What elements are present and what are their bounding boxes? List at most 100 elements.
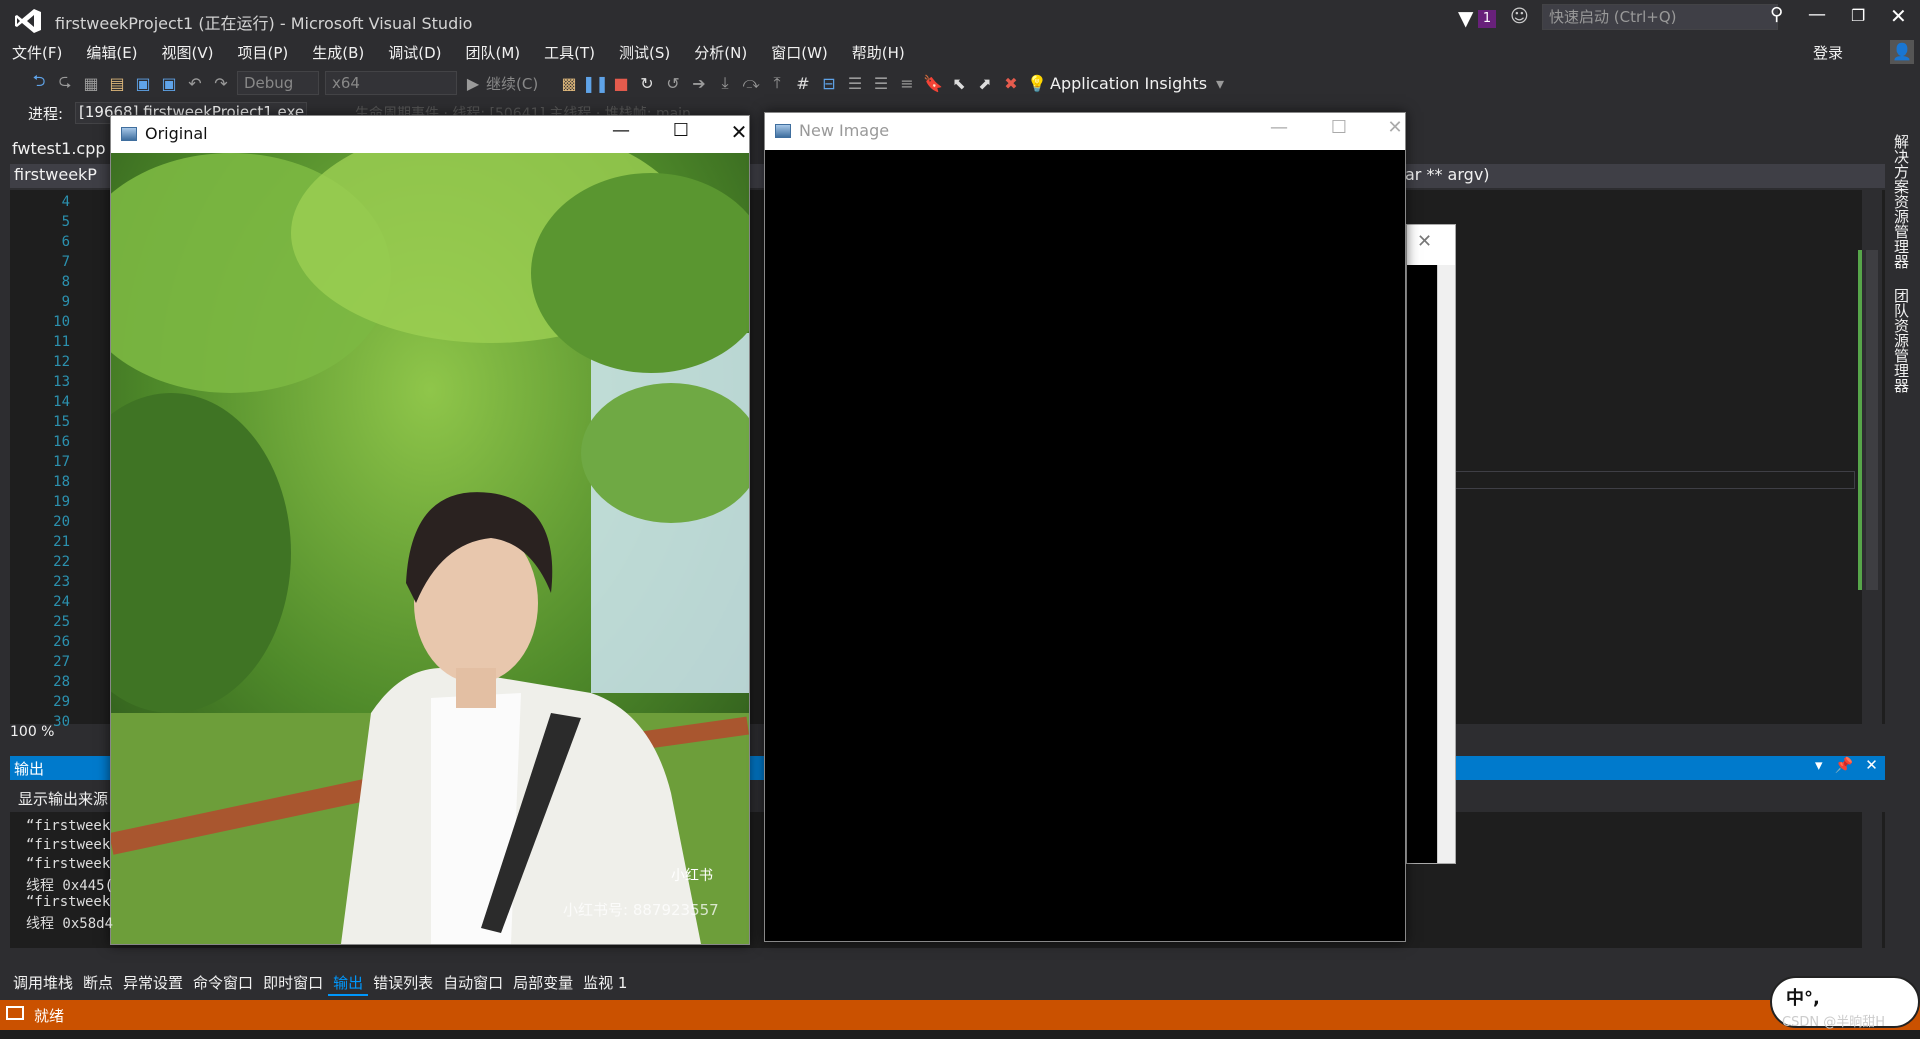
tab-autos[interactable]: 自动窗口 xyxy=(438,970,508,996)
new-project-icon[interactable]: ▦ xyxy=(78,74,104,93)
tab-immediate-window[interactable]: 即时窗口 xyxy=(258,970,328,996)
menu-analyze[interactable]: 分析(N) xyxy=(682,40,759,66)
application-insights-button[interactable]: Application Insights xyxy=(1050,74,1207,93)
zoom-select[interactable]: 100 % xyxy=(10,724,82,744)
play-icon[interactable]: ▶ xyxy=(460,74,486,93)
menu-team[interactable]: 团队(M) xyxy=(454,40,533,66)
output-horizontal-scrollbar[interactable] xyxy=(10,948,1862,966)
line-number: 17 xyxy=(53,454,70,470)
notification-badge[interactable]: 1 xyxy=(1478,10,1496,28)
editor-scroll-thumb[interactable] xyxy=(1866,250,1878,590)
line-number-gutter: 4 5 6 7 8 9 10 11 12 13 14 15 16 17 18 19 20 21 22 23 24 25 26… xyxy=(30,190,76,730)
platform-select[interactable]: x64 xyxy=(325,71,457,95)
dropdown-icon[interactable]: ▾ xyxy=(1815,756,1823,774)
close-icon[interactable]: ✕ xyxy=(1417,231,1432,252)
output-line: “firstweek xyxy=(26,818,111,834)
tab-exception-settings[interactable]: 异常设置 xyxy=(118,970,188,996)
line-number: 12 xyxy=(53,354,70,370)
new-window-titlebar[interactable]: New Image — ☐ ✕ xyxy=(765,113,1405,149)
maximize-button[interactable]: ☐ xyxy=(1319,117,1359,138)
step-out-icon[interactable]: ⤒ xyxy=(764,73,790,93)
close-button[interactable]: ✕ xyxy=(1890,4,1907,28)
pause-icon[interactable]: ❚❚ xyxy=(582,74,609,93)
tab-locals[interactable]: 局部变量 xyxy=(508,970,578,996)
account-icon[interactable]: 👤 xyxy=(1890,40,1914,64)
menu-view[interactable]: 视图(V) xyxy=(150,40,226,66)
restart-icon[interactable]: ↻ xyxy=(634,74,660,93)
member-nav-select[interactable]: ar ** argv) xyxy=(1405,165,1490,184)
project-nav-select[interactable]: firstweekP xyxy=(14,165,97,184)
show-next-statement-icon[interactable]: ➔ xyxy=(686,74,712,93)
console-window[interactable]: ✕ xyxy=(1406,224,1456,864)
hex-icon[interactable]: # xyxy=(790,74,816,93)
thread-icon[interactable]: ⊟ xyxy=(816,74,842,93)
stop-icon[interactable]: ■ xyxy=(608,74,634,93)
tab-error-list[interactable]: 错误列表 xyxy=(368,970,438,996)
menu-project[interactable]: 项目(P) xyxy=(226,40,301,66)
menu-help[interactable]: 帮助(H) xyxy=(840,40,917,66)
close-button[interactable]: ✕ xyxy=(719,120,759,144)
menu-tools[interactable]: 工具(T) xyxy=(532,40,607,66)
new-image-window[interactable]: New Image — ☐ ✕ xyxy=(764,112,1406,942)
tab-breakpoints[interactable]: 断点 xyxy=(78,970,118,996)
prev-bookmark-icon[interactable]: ⬉ xyxy=(946,74,972,93)
forward-icon[interactable]: ⮎ xyxy=(52,70,78,97)
target-icon[interactable]: ▩ xyxy=(556,74,582,93)
step-over-icon[interactable]: ⤼ xyxy=(738,73,764,93)
continue-button[interactable]: 继续(C) xyxy=(486,73,556,94)
original-window-titlebar[interactable]: Original — ☐ ✕ xyxy=(111,116,749,152)
restore-button[interactable]: ❐ xyxy=(1851,6,1865,25)
step-into-icon[interactable]: ⤓ xyxy=(712,73,738,93)
tab-command-window[interactable]: 命令窗口 xyxy=(188,970,258,996)
open-file-icon[interactable]: ▤ xyxy=(104,74,130,93)
output-source-label: 显示输出来源 xyxy=(18,790,109,808)
bookmark-icon[interactable]: 🔖 xyxy=(920,74,946,93)
original-image-window[interactable]: Original — ☐ ✕ 小红书 小红书号: 887923557 xyxy=(110,115,750,945)
menu-file[interactable]: 文件(F) xyxy=(0,40,74,66)
file-tab[interactable]: fwtest1.cpp xyxy=(6,136,110,162)
pin-icon[interactable]: 📌 xyxy=(1835,756,1854,774)
side-tool-strip: 解决方案资源管理器 团队资源管理器 xyxy=(1885,130,1920,1000)
new-image-canvas xyxy=(765,150,1405,941)
output-vertical-scrollbar[interactable] xyxy=(1862,812,1882,948)
team-explorer-tab[interactable]: 团队资源管理器 xyxy=(1890,288,1912,393)
tab-call-stack[interactable]: 调用堆栈 xyxy=(8,970,78,996)
menu-build[interactable]: 生成(B) xyxy=(300,40,376,66)
console-scrollbar[interactable] xyxy=(1437,265,1455,863)
menu-edit[interactable]: 编辑(E) xyxy=(74,40,149,66)
save-icon[interactable]: ▣ xyxy=(130,74,156,93)
undo-icon[interactable]: ↶ xyxy=(182,74,208,93)
lightbulb-icon[interactable]: 💡 xyxy=(1024,74,1050,93)
next-bookmark-icon[interactable]: ⬈ xyxy=(972,74,998,93)
maximize-button[interactable]: ☐ xyxy=(661,120,701,141)
save-all-icon[interactable]: ▣ xyxy=(156,74,182,93)
login-link[interactable]: 登录 xyxy=(1813,42,1843,63)
tab-watch-1[interactable]: 监视 1 xyxy=(578,970,632,996)
menu-window[interactable]: 窗口(W) xyxy=(759,40,840,66)
menu-debug[interactable]: 调试(D) xyxy=(376,40,453,66)
tab-output[interactable]: 输出 xyxy=(328,970,369,996)
configuration-select[interactable]: Debug xyxy=(237,71,319,95)
close-icon[interactable]: ✕ xyxy=(1865,756,1878,774)
status-window-icon xyxy=(6,1006,24,1020)
refresh-icon[interactable]: ↺ xyxy=(660,74,686,93)
close-button[interactable]: ✕ xyxy=(1375,117,1415,138)
notification-filter-icon[interactable]: ▼ xyxy=(1458,6,1473,30)
solution-explorer-tab[interactable]: 解决方案资源管理器 xyxy=(1890,134,1912,269)
quick-launch-input[interactable]: 快速启动 (Ctrl+Q) xyxy=(1542,4,1778,30)
redo-icon[interactable]: ↷ xyxy=(208,74,234,93)
indent-icon[interactable]: ☰ xyxy=(842,74,868,93)
window-title: firstweekProject1 (正在运行) - Microsoft Vis… xyxy=(55,14,473,33)
chevron-down-icon[interactable]: ▾ xyxy=(1207,74,1233,93)
menu-test[interactable]: 测试(S) xyxy=(607,40,682,66)
clear-bookmarks-icon[interactable]: ✖ xyxy=(998,74,1024,93)
minimize-button[interactable]: — xyxy=(601,120,641,141)
minimize-button[interactable]: — xyxy=(1808,4,1826,25)
comment-icon[interactable]: ≡ xyxy=(894,74,920,93)
minimize-button[interactable]: — xyxy=(1259,117,1299,138)
search-icon[interactable]: ⚲ xyxy=(1770,4,1783,25)
feedback-icon[interactable]: ☺ xyxy=(1510,6,1529,27)
outdent-icon[interactable]: ☰ xyxy=(868,74,894,93)
back-icon[interactable]: ⮌ xyxy=(26,70,52,97)
current-line-highlight xyxy=(1455,471,1855,489)
